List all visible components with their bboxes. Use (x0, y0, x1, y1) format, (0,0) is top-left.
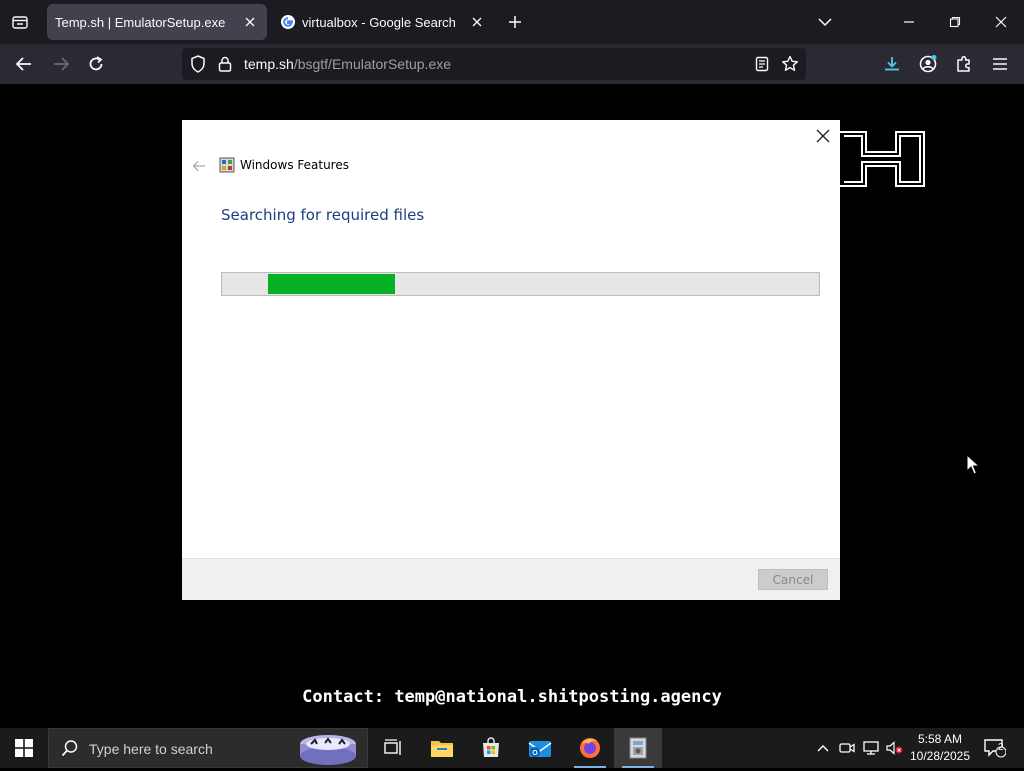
progress-fill (268, 274, 395, 294)
url-host: temp.sh (244, 56, 294, 72)
microsoft-store-icon[interactable] (467, 728, 515, 768)
taskbar-search-input[interactable]: Type here to search (48, 728, 368, 768)
file-explorer-icon[interactable] (418, 728, 466, 768)
status-heading: Searching for required files (221, 206, 425, 224)
mouse-cursor-icon (966, 453, 981, 481)
progress-bar (221, 272, 820, 296)
windows-features-dialog: Windows Features Searching for required … (182, 120, 840, 600)
firefox-icon[interactable] (566, 728, 614, 768)
tab-title: virtualbox - Google Search (302, 14, 456, 30)
menu-icon[interactable] (986, 50, 1014, 78)
contact-label: Contact: (302, 687, 385, 707)
close-icon[interactable] (812, 125, 834, 147)
setup-installer-icon[interactable] (614, 728, 662, 768)
system-clock[interactable]: 5:58 AM 10/28/2025 (904, 731, 976, 765)
clock-time: 5:58 AM (917, 732, 963, 746)
dialog-title: Windows Features (240, 158, 349, 172)
url-text: temp.sh/bsgtf/EmulatorSetup.exe (244, 56, 451, 72)
close-tab-icon[interactable] (239, 11, 261, 33)
forward-arrow-icon[interactable] (47, 50, 75, 78)
windows-start-icon[interactable] (0, 728, 48, 768)
chevron-up-icon[interactable] (812, 728, 834, 768)
tab-temp-sh[interactable]: Temp.sh | EmulatorSetup.exe (47, 4, 267, 40)
lock-icon[interactable] (215, 54, 235, 74)
shield-icon[interactable] (188, 54, 208, 74)
tab-google-search[interactable]: virtualbox - Google Search (272, 4, 494, 40)
site-logo (838, 130, 928, 188)
close-tab-icon[interactable] (466, 11, 488, 33)
reload-icon[interactable] (82, 50, 110, 78)
contact-line: Contact: temp@national.shitposting.agenc… (0, 687, 1024, 707)
dialog-footer: Cancel (182, 558, 840, 600)
chevron-down-icon[interactable] (812, 10, 838, 34)
cancel-button[interactable]: Cancel (758, 569, 828, 590)
contact-email[interactable]: temp@national.shitposting.agency (394, 687, 722, 707)
download-icon[interactable] (878, 50, 906, 78)
restore-button[interactable] (932, 0, 978, 44)
search-placeholder: Type here to search (89, 741, 213, 757)
network-icon[interactable] (860, 728, 882, 768)
taskbar: Type here to search O 5:58 AM 10/28/2025… (0, 728, 1024, 768)
notification-center-icon[interactable]: 2 (978, 728, 1012, 768)
mail-icon[interactable]: O (516, 728, 564, 768)
google-icon (280, 14, 296, 30)
notification-count-badge: 2 (998, 742, 1004, 753)
tab-title: Temp.sh | EmulatorSetup.exe (55, 14, 226, 30)
close-window-button[interactable] (978, 0, 1024, 44)
address-bar[interactable]: temp.sh/bsgtf/EmulatorSetup.exe (182, 48, 806, 80)
url-path: /bsgtf/EmulatorSetup.exe (293, 56, 452, 72)
clock-date: 10/28/2025 (909, 749, 971, 763)
search-highlight-icon[interactable] (297, 730, 359, 766)
back-arrow-icon[interactable] (10, 50, 38, 78)
svg-text:O: O (532, 750, 538, 757)
search-icon (61, 739, 79, 762)
bookmark-star-icon[interactable] (780, 54, 800, 74)
task-view-icon[interactable] (368, 728, 416, 768)
browser-nav-bar: temp.sh/bsgtf/EmulatorSetup.exe (0, 44, 1024, 84)
meet-now-icon[interactable] (836, 728, 858, 768)
browser-tab-bar: Temp.sh | EmulatorSetup.exe virtualbox -… (0, 0, 1024, 44)
account-icon[interactable] (914, 50, 942, 78)
windows-features-icon (219, 157, 235, 173)
back-arrow-icon[interactable] (190, 157, 208, 175)
extensions-icon[interactable] (950, 50, 978, 78)
reader-view-icon[interactable] (752, 54, 772, 74)
tab-list-icon[interactable] (6, 9, 34, 35)
minimize-button[interactable] (886, 0, 932, 44)
volume-muted-icon[interactable] (884, 728, 906, 768)
new-tab-button[interactable] (502, 10, 528, 34)
